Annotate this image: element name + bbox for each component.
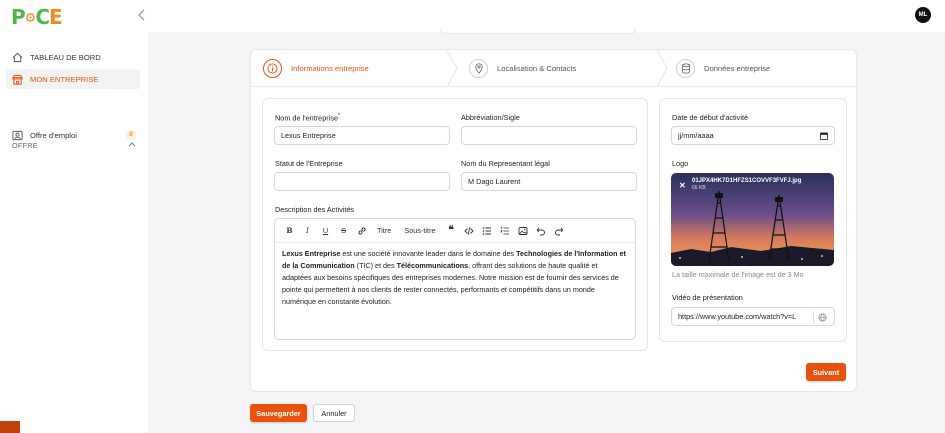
video-url-value: https://www.youtube.com/watch?v=L: [678, 312, 797, 321]
step-separator: [446, 50, 458, 87]
editor-toolbar: B I U S Titre Sous-titre ❝: [275, 219, 635, 243]
heading-button[interactable]: Titre: [373, 224, 395, 238]
user-card-icon: [12, 130, 23, 140]
database-icon: [676, 59, 695, 78]
step-company-data[interactable]: Données entreprise: [676, 50, 770, 87]
start-date-label: Date de début d'activité: [672, 113, 749, 122]
app-logo[interactable]: P⚙CE: [11, 5, 63, 29]
sidebar-item-job-offers[interactable]: Offre d'emploi 0: [6, 125, 140, 145]
next-button[interactable]: Suivant: [806, 363, 846, 381]
dashboard-icon: [12, 52, 23, 62]
store-icon: [12, 74, 23, 85]
stepper: Informations entreprise Localisation & C…: [251, 50, 858, 87]
sidebar-item-dashboard[interactable]: TABLEAU DE BORD: [6, 47, 140, 67]
bold-icon[interactable]: B: [283, 224, 296, 238]
company-status-input[interactable]: [274, 172, 450, 191]
numbered-list-icon[interactable]: [499, 224, 512, 238]
italic-icon[interactable]: I: [301, 224, 314, 238]
sidebar-item-label: MON ENTREPRISE: [30, 74, 99, 84]
remove-file-icon[interactable]: ✕: [679, 181, 686, 190]
sidebar: TABLEAU DE BORD MON ENTREPRISE OFFRE Off…: [0, 32, 148, 433]
input-divider: [813, 311, 814, 324]
code-icon[interactable]: [463, 224, 476, 238]
video-url-input[interactable]: https://www.youtube.com/watch?v=L: [671, 307, 835, 326]
legal-rep-input[interactable]: [461, 172, 637, 191]
company-media-panel: Date de début d'activité jj/mm/aaaa Logo: [659, 98, 847, 342]
step-label: Informations entreprise: [291, 64, 369, 73]
date-placeholder: jj/mm/aaaa: [678, 131, 714, 140]
rich-text-editor[interactable]: B I U S Titre Sous-titre ❝ Lexus Entrepr…: [274, 218, 636, 340]
company-info-panel: Nom de l'entreprise* Abbréviation/Sigle …: [262, 98, 648, 351]
top-dropdown-edge: [440, 28, 636, 34]
map-pin-icon: [469, 59, 488, 78]
logo-size-note: La taille maximale de l'image est de 3 M…: [672, 270, 804, 279]
company-name-label: Nom de l'entreprise*: [275, 113, 340, 123]
logo-file-name: 01JPX4HK7D1HFZS1COVVF3FVFJ.jpg: [692, 178, 802, 184]
abbreviation-label: Abbréviation/Sigle: [461, 113, 520, 122]
logo-preview[interactable]: ✕ 01JPX4HK7D1HFZS1COVVF3FVFJ.jpg 66 KB: [671, 173, 834, 266]
quote-icon[interactable]: ❝: [445, 224, 458, 238]
save-button[interactable]: Sauvegarder: [250, 404, 307, 422]
company-status-label: Statut de l'Entreprise: [275, 159, 343, 168]
form-card: Informations entreprise Localisation & C…: [250, 49, 858, 392]
abbreviation-input[interactable]: [461, 126, 637, 145]
strikethrough-icon[interactable]: S: [337, 224, 350, 238]
image-icon[interactable]: [517, 224, 530, 238]
sidebar-item-company[interactable]: MON ENTREPRISE: [6, 69, 140, 89]
globe-icon: [818, 313, 827, 322]
cancel-button[interactable]: Annuler: [313, 404, 355, 422]
video-label: Vidéo de présentation: [672, 293, 743, 302]
calendar-icon[interactable]: [820, 132, 828, 140]
step-location-contacts[interactable]: Localisation & Contacts: [469, 50, 576, 87]
subheading-button[interactable]: Sous-titre: [400, 224, 439, 238]
count-badge: 0: [126, 130, 136, 140]
chevron-left-icon[interactable]: [136, 8, 148, 22]
description-text[interactable]: Lexus Entreprise est une société innovan…: [275, 243, 635, 313]
info-icon: [263, 59, 282, 78]
link-icon[interactable]: [355, 224, 368, 238]
redo-icon[interactable]: [553, 224, 566, 238]
description-label: Description des Activités: [275, 205, 355, 214]
sidebar-item-label: Offre d'emploi: [30, 130, 77, 140]
step-label: Données entreprise: [704, 64, 771, 73]
company-name-input[interactable]: [274, 126, 450, 145]
logo-file-size: 66 KB: [692, 185, 706, 191]
logo-label: Logo: [672, 159, 689, 168]
step-separator: [656, 50, 668, 87]
bullet-list-icon[interactable]: [481, 224, 494, 238]
undo-icon[interactable]: [535, 224, 548, 238]
step-label: Localisation & Contacts: [497, 64, 577, 73]
legal-rep-label: Nom du Representant légal: [461, 159, 550, 168]
underline-icon[interactable]: U: [319, 224, 332, 238]
step-company-info[interactable]: Informations entreprise: [263, 50, 369, 87]
corner-indicator: [0, 421, 20, 433]
sidebar-item-label: TABLEAU DE BORD: [30, 52, 101, 62]
start-date-input[interactable]: jj/mm/aaaa: [671, 126, 835, 145]
avatar[interactable]: ML: [915, 7, 931, 23]
